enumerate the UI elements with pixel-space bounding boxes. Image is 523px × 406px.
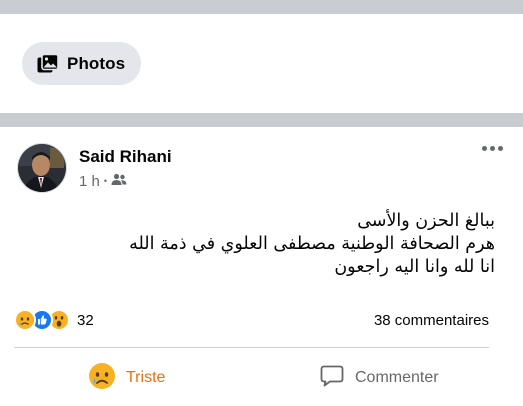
post-text: ببالغ الحزن والأسى هرم الصحافة الوطنية م… — [25, 210, 495, 279]
reactions-count: 32 — [77, 311, 94, 329]
photos-icon — [37, 53, 59, 74]
post-text-line: ببالغ الحزن والأسى — [357, 211, 495, 231]
author-avatar[interactable] — [17, 143, 67, 193]
reaction-button[interactable]: Triste — [88, 360, 165, 396]
post-separator-band — [0, 113, 523, 127]
meta-separator: • — [103, 176, 108, 186]
comment-button-label: Commenter — [355, 369, 439, 386]
top-separator-band — [0, 0, 523, 14]
photos-filter-label: Photos — [67, 53, 126, 73]
more-options-icon[interactable] — [482, 146, 503, 151]
post-text-line: هرم الصحافة الوطنية مصطفى العلوي في ذمة … — [129, 234, 495, 254]
reaction-button-label: Triste — [126, 369, 166, 386]
sad-face-icon — [88, 362, 116, 395]
comment-bubble-icon — [319, 364, 345, 393]
photos-filter-chip[interactable]: Photos — [22, 42, 141, 85]
actions-divider — [14, 347, 489, 348]
post-text-line: انا لله وانا اليه راجعون — [334, 257, 495, 277]
comment-button[interactable]: Commenter — [319, 360, 439, 396]
post-time[interactable]: 1 h — [79, 173, 100, 190]
friends-audience-icon — [111, 173, 127, 190]
comments-count-link[interactable]: 38 commentaires — [374, 312, 489, 329]
post-author-name[interactable]: Said Rihani — [79, 147, 172, 167]
sad-reaction-icon — [14, 309, 36, 331]
post-meta: 1 h • — [79, 173, 127, 190]
reactions-summary[interactable]: 32 — [14, 309, 94, 331]
